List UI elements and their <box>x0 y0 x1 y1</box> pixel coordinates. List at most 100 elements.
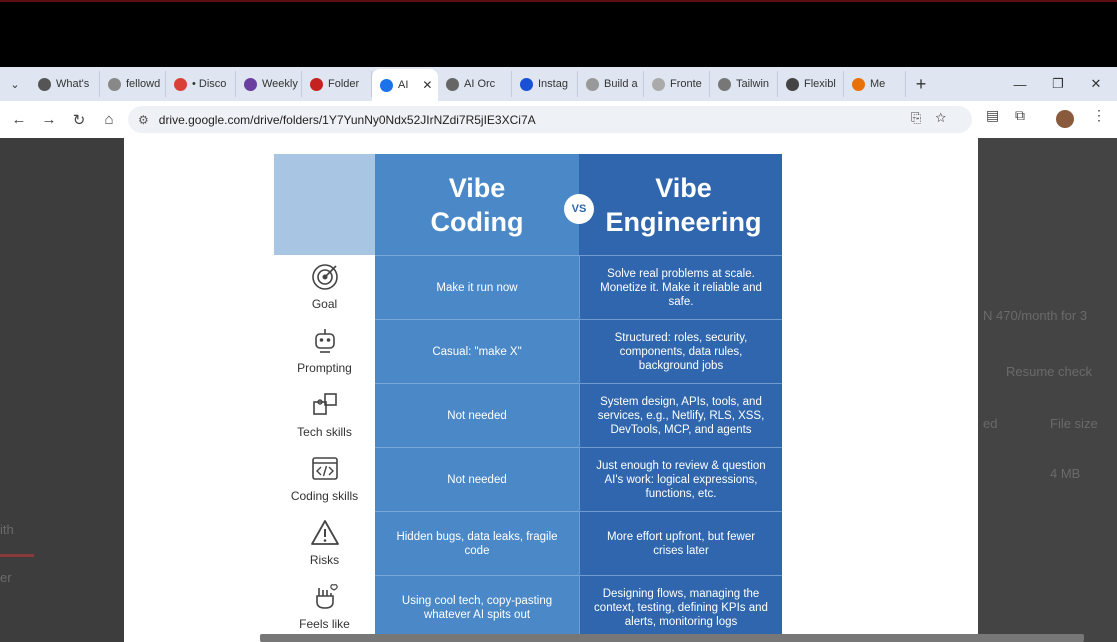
header-vibe-engineering-line1: Vibe <box>655 172 712 203</box>
tab-label: Folder <box>328 78 360 90</box>
row-label: Goal <box>311 297 338 311</box>
tab-label: Me <box>870 78 886 90</box>
bookmark-star-icon[interactable]: ☆ <box>935 110 960 125</box>
tab-10[interactable]: Tailwin <box>710 71 778 97</box>
vibe-coding-cell: Hidden bugs, data leaks, fragile code <box>375 511 579 575</box>
tab-label: What's <box>56 78 90 90</box>
bg-progress-line <box>0 554 34 557</box>
row-label-cell: Goal <box>274 255 375 319</box>
table-row: Feels like Using cool tech, copy-pasting … <box>274 575 782 639</box>
tab-label: Build a <box>604 78 638 90</box>
reading-list-icon[interactable]: ▤ <box>986 107 999 124</box>
tab-4[interactable]: Folder <box>302 71 372 97</box>
bg-text-right-5: 4 MB <box>1050 466 1081 481</box>
horizontal-scrollbar[interactable] <box>260 634 1084 642</box>
tab-5[interactable]: AI ✕ <box>372 69 438 101</box>
robot-icon <box>310 326 340 356</box>
tab-2[interactable]: • Disco <box>166 71 236 97</box>
vibe-coding-cell: Make it run now <box>375 255 579 319</box>
tab-label: Tailwin <box>736 78 770 90</box>
header-vibe-coding: Vibe Coding <box>375 154 579 255</box>
vibe-coding-cell: Not needed <box>375 447 579 511</box>
table-row: Goal Make it run now Solve real problems a… <box>274 255 782 319</box>
browser-chrome: ⌄ What's fellowd • Disco Weekly Folder AI ✕ AI … <box>0 67 1117 138</box>
tab-favicon-icon <box>108 77 121 91</box>
tab-favicon-icon <box>718 77 731 91</box>
tab-favicon-icon <box>652 77 665 91</box>
tab-favicon-icon <box>38 77 51 91</box>
tab-label: • Disco <box>192 78 227 90</box>
address-bar[interactable]: ⚙ drive.google.com/drive/folders/1Y7YunN… <box>128 106 972 133</box>
background-left-panel: ith er <box>0 138 124 642</box>
row-label: Feels like <box>299 617 350 631</box>
vibe-engineering-cell: Just enough to review & question AI's wo… <box>579 447 782 511</box>
tab-label: AI Orc <box>464 78 496 90</box>
vibe-engineering-cell: Structured: roles, security, components,… <box>579 319 782 383</box>
vibe-engineering-cell: System design, APIs, tools, and services… <box>579 383 782 447</box>
background-right-panel: N 470/month for 3 Resume check ed File s… <box>978 138 1117 642</box>
tab-label: fellowd <box>126 78 161 90</box>
browser-toolbar: ← → ↻ ⌂ ⚙ drive.google.com/drive/folders… <box>0 101 1117 138</box>
forward-icon[interactable]: → <box>34 111 64 128</box>
profile-avatar[interactable] <box>1056 110 1074 128</box>
tab-11[interactable]: Flexibl <box>778 71 844 97</box>
tab-0[interactable]: What's <box>30 71 100 97</box>
row-label: Risks <box>309 553 340 567</box>
tab-favicon-icon <box>446 77 459 91</box>
reload-icon[interactable]: ↻ <box>64 111 94 129</box>
slide-image: Vibe Coding Vibe Engineering VS Goal Make… <box>124 138 978 642</box>
vibe-engineering-cell: Solve real problems at scale. Monetize i… <box>579 255 782 319</box>
tab-search-chevron-icon[interactable]: ⌄ <box>0 67 30 101</box>
code-icon <box>310 454 340 484</box>
tab-label: AI <box>398 79 409 91</box>
rock-hand-icon <box>310 582 340 612</box>
home-icon[interactable]: ⌂ <box>94 111 124 128</box>
warning-icon <box>310 518 340 548</box>
page-viewport: ith er N 470/month for 3 Resume check ed… <box>0 138 1117 642</box>
tab-1[interactable]: fellowd <box>100 71 166 97</box>
tab-8[interactable]: Build a <box>578 71 644 97</box>
tab-strip: ⌄ What's fellowd • Disco Weekly Folder AI ✕ AI … <box>0 67 1117 101</box>
site-info-icon[interactable]: ⚙ <box>138 113 149 127</box>
vibe-engineering-cell: Designing flows, managing the context, t… <box>579 575 782 639</box>
minimize-icon[interactable]: — <box>1002 67 1038 101</box>
puzzle-icon <box>310 390 340 420</box>
target-icon <box>310 262 340 292</box>
bg-text-right-4: File size <box>1050 416 1098 431</box>
table-row: Risks Hidden bugs, data leaks, fragile co… <box>274 511 782 575</box>
tab-favicon-icon <box>310 77 323 91</box>
comparison-table: Vibe Coding Vibe Engineering VS Goal Make… <box>274 154 782 642</box>
tab-3[interactable]: Weekly <box>236 71 302 97</box>
tab-6[interactable]: AI Orc <box>438 71 512 97</box>
header-vibe-coding-line1: Vibe <box>448 172 506 203</box>
row-label-cell: Tech skills <box>274 383 375 447</box>
tab-close-icon[interactable]: ✕ <box>422 78 432 92</box>
vibe-engineering-cell: More effort upfront, but fewer crises la… <box>579 511 782 575</box>
tab-favicon-icon <box>380 78 393 92</box>
table-row: Prompting Casual: "make X" Structured: rol… <box>274 319 782 383</box>
row-label: Coding skills <box>290 489 359 503</box>
vs-badge: VS <box>564 194 594 224</box>
new-tab-button[interactable]: + <box>906 74 936 95</box>
url-text: drive.google.com/drive/folders/1Y7YunNy0… <box>158 112 536 127</box>
row-label-cell: Coding skills <box>274 447 375 511</box>
tab-7[interactable]: Instag <box>512 71 578 97</box>
header-empty-cell <box>274 154 375 255</box>
install-icon[interactable]: ⎘ <box>911 110 935 125</box>
row-label: Prompting <box>297 361 352 375</box>
tab-favicon-icon <box>586 77 599 91</box>
restore-icon[interactable]: ❐ <box>1040 67 1076 101</box>
tab-favicon-icon <box>520 77 533 91</box>
tab-favicon-icon <box>852 77 865 91</box>
extensions-icon[interactable]: ⧉ <box>1015 107 1025 124</box>
tab-favicon-icon <box>786 77 799 91</box>
tab-favicon-icon <box>244 77 257 91</box>
header-vibe-engineering-line2: Engineering <box>605 206 762 237</box>
close-window-icon[interactable]: ✕ <box>1078 67 1114 101</box>
menu-kebab-icon[interactable]: ⋮ <box>1092 107 1106 124</box>
tab-9[interactable]: Fronte <box>644 71 710 97</box>
back-icon[interactable]: ← <box>4 111 34 128</box>
tab-12[interactable]: Me <box>844 71 906 97</box>
row-label-cell: Prompting <box>274 319 375 383</box>
table-row: Coding skills Not needed Just enough to re… <box>274 447 782 511</box>
